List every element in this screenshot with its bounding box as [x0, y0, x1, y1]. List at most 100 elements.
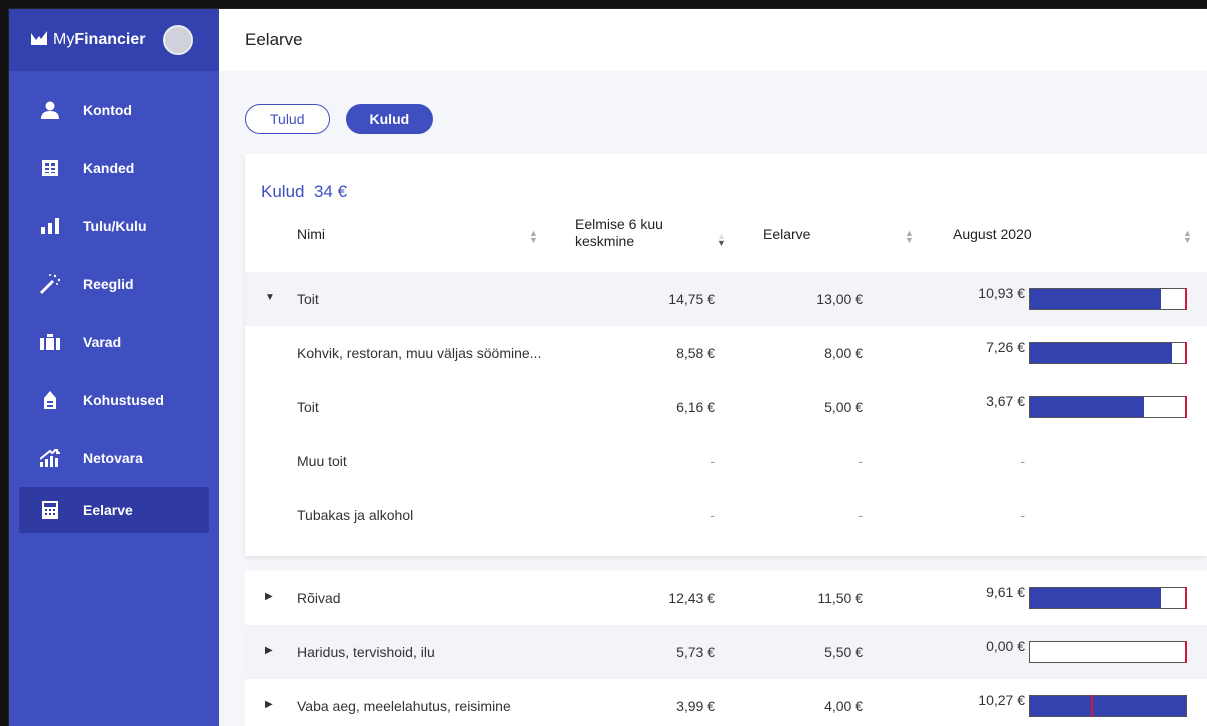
- progress-bar: [1029, 641, 1187, 663]
- table-icon: [39, 160, 61, 176]
- row-avg: 5,73 €: [676, 644, 715, 660]
- row-name: Muu toit: [297, 453, 347, 469]
- caret-right-icon[interactable]: ▶: [265, 645, 273, 656]
- table-row[interactable]: Toit 6,16 € 5,00 € 3,67 €: [245, 380, 1207, 434]
- bar-chart-icon: [39, 218, 61, 234]
- expense-tab[interactable]: Kulud: [345, 104, 434, 134]
- progress-bar: [1029, 695, 1187, 717]
- sidebar-item-varad[interactable]: Varad: [9, 313, 219, 371]
- budget-marker: [1185, 587, 1187, 609]
- sort-icon[interactable]: ▲ ▼: [529, 229, 538, 245]
- summary-title: Kulud 34 €: [261, 182, 348, 201]
- row-name: Tubakas ja alkohol: [297, 507, 414, 523]
- sidebar-nav: Kontod Kanded Tulu/Kulu Reeglid Varad Ko…: [9, 71, 219, 533]
- income-expense-toggle: Tulud Kulud: [245, 104, 434, 134]
- sidebar-item-label: Reeglid: [83, 276, 134, 292]
- col-name[interactable]: Nimi: [297, 204, 325, 264]
- caret-right-icon[interactable]: ▶: [265, 591, 273, 602]
- progress-bar: [1029, 396, 1187, 418]
- row-budget: 5,50 €: [824, 644, 863, 660]
- caret-right-icon[interactable]: ▶: [265, 699, 273, 710]
- row-name: Toit: [297, 291, 319, 307]
- budget-marker: [1185, 342, 1187, 364]
- row-actual: 3,67 €: [986, 393, 1025, 409]
- sidebar-item-label: Kohustused: [83, 392, 164, 408]
- caret-down-icon[interactable]: ▼: [265, 292, 275, 303]
- row-name: Rõivad: [297, 590, 341, 606]
- app-frame: MyFinancier Kontod Kanded Tulu/Kulu Reeg…: [8, 8, 1207, 726]
- income-tab[interactable]: Tulud: [245, 104, 330, 134]
- sidebar-item-reeglid[interactable]: Reeglid: [9, 255, 219, 313]
- sidebar-item-label: Kontod: [83, 102, 132, 118]
- budget-marker: [1185, 396, 1187, 418]
- row-name: Toit: [297, 399, 319, 415]
- sidebar-item-kontod[interactable]: Kontod: [9, 81, 219, 139]
- sidebar-item-label: Kanded: [83, 160, 135, 176]
- table-row[interactable]: ▼ Toit 14,75 € 13,00 € 10,93 €: [245, 272, 1207, 326]
- magic-wand-icon: [39, 274, 61, 294]
- table-row[interactable]: Muu toit - - -: [245, 434, 1207, 488]
- row-budget: 13,00 €: [816, 291, 863, 307]
- progress-fill: [1030, 397, 1144, 417]
- top-bar: Eelarve: [219, 9, 1207, 71]
- budget-card: Kulud 34 € Nimi ▲ ▼ Eelmise 6 kuu keskmin…: [245, 154, 1207, 556]
- table-row[interactable]: ▶ Haridus, tervishoid, ilu 5,73 € 5,50 €…: [245, 625, 1207, 679]
- brand-name: MyFinancier: [53, 31, 146, 48]
- row-actual: -: [1020, 507, 1025, 523]
- row-actual: 7,26 €: [986, 339, 1025, 355]
- sidebar: MyFinancier Kontod Kanded Tulu/Kulu Reeg…: [9, 9, 219, 726]
- sidebar-item-label: Eelarve: [83, 502, 133, 518]
- row-name: Kohvik, restoran, muu väljas söömine...: [297, 345, 542, 361]
- row-avg: 3,99 €: [676, 698, 715, 714]
- sort-icon[interactable]: ▲ ▼: [905, 229, 914, 245]
- row-actual: -: [1020, 453, 1025, 469]
- row-budget: -: [858, 507, 863, 523]
- table-header: Nimi ▲ ▼ Eelmise 6 kuu keskmine ▲ ▼ Eelarv…: [245, 204, 1207, 264]
- sidebar-item-netovara[interactable]: Netovara: [9, 429, 219, 487]
- progress-bar: [1029, 587, 1187, 609]
- col-month[interactable]: August 2020: [953, 204, 1032, 264]
- progress-fill: [1030, 588, 1162, 608]
- sidebar-item-kanded[interactable]: Kanded: [9, 139, 219, 197]
- row-budget: 8,00 €: [824, 345, 863, 361]
- progress-fill: [1030, 696, 1186, 716]
- row-budget: 4,00 €: [824, 698, 863, 714]
- sort-desc-icon[interactable]: ▲ ▼: [717, 232, 726, 248]
- sidebar-item-label: Varad: [83, 334, 122, 350]
- row-avg: 12,43 €: [668, 590, 715, 606]
- table-row[interactable]: ▶ Vaba aeg, meelelahutus, reisimine 3,99…: [245, 679, 1207, 726]
- avatar[interactable]: [163, 25, 194, 55]
- row-avg: 6,16 €: [676, 399, 715, 415]
- brand[interactable]: MyFinancier: [9, 9, 219, 71]
- progress-bar: [1029, 342, 1187, 364]
- page-title: Eelarve: [245, 30, 303, 49]
- col-budget[interactable]: Eelarve: [763, 204, 810, 264]
- row-avg: 8,58 €: [676, 345, 715, 361]
- progress-fill: [1030, 343, 1172, 363]
- sidebar-item-tulu-kulu[interactable]: Tulu/Kulu: [9, 197, 219, 255]
- row-name: Haridus, tervishoid, ilu: [297, 644, 435, 660]
- sidebar-item-eelarve[interactable]: Eelarve: [19, 487, 209, 533]
- table-row[interactable]: Kohvik, restoran, muu väljas söömine... …: [245, 326, 1207, 380]
- progress-fill: [1030, 289, 1162, 309]
- lock-icon: [39, 391, 61, 409]
- table-row[interactable]: ▶ Rõivad 12,43 € 11,50 € 9,61 €: [245, 571, 1207, 625]
- sidebar-item-label: Netovara: [83, 450, 143, 466]
- calculator-icon: [39, 501, 61, 519]
- briefcase-icon: [39, 334, 61, 350]
- row-actual: 0,00 €: [986, 638, 1025, 654]
- table-row[interactable]: Tubakas ja alkohol - - -: [245, 488, 1207, 542]
- sidebar-item-label: Tulu/Kulu: [83, 218, 147, 234]
- sort-icon[interactable]: ▲ ▼: [1183, 229, 1192, 245]
- person-icon: [39, 101, 61, 119]
- row-avg: -: [710, 507, 715, 523]
- budget-marker: [1090, 695, 1093, 717]
- sidebar-item-kohustused[interactable]: Kohustused: [9, 371, 219, 429]
- row-avg: -: [710, 453, 715, 469]
- row-budget: 11,50 €: [817, 590, 863, 606]
- col-avg[interactable]: Eelmise 6 kuu keskmine: [575, 204, 663, 264]
- row-budget: -: [858, 453, 863, 469]
- row-budget: 5,00 €: [824, 399, 863, 415]
- row-avg: 14,75 €: [668, 291, 715, 307]
- row-actual: 9,61 €: [986, 584, 1025, 600]
